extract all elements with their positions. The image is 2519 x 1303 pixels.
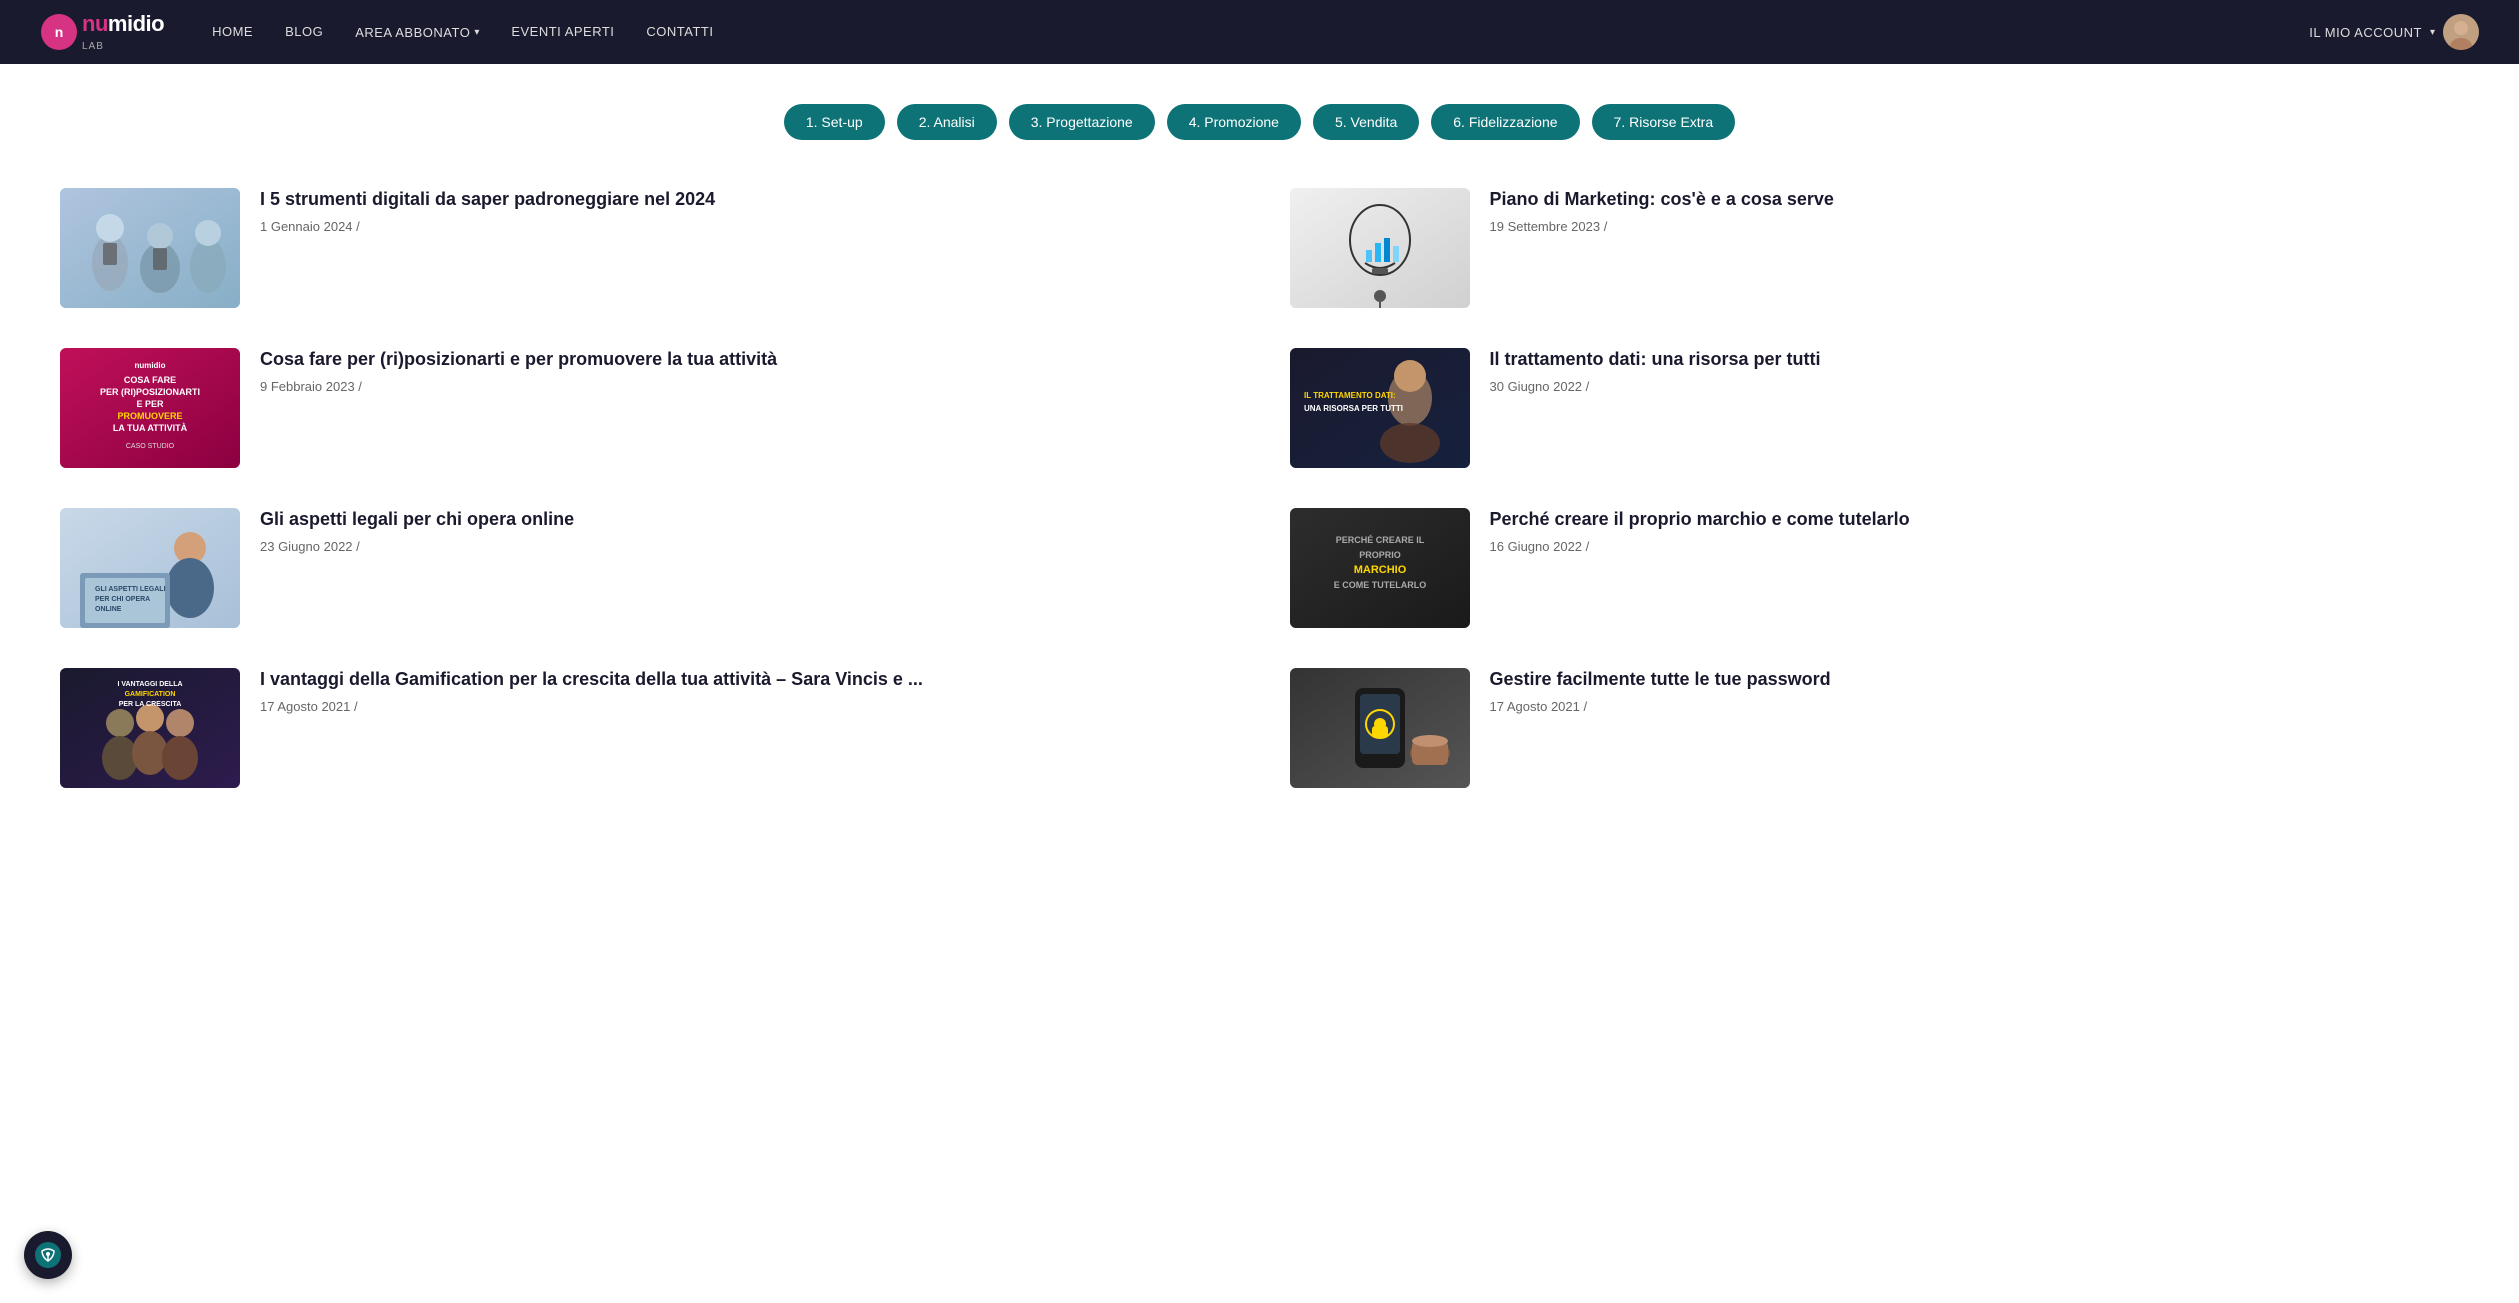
navbar-right: IL MIO ACCOUNT ▾ xyxy=(2309,14,2479,50)
article-info-article-6: Perché creare il proprio marchio e come … xyxy=(1490,508,2460,554)
area-abbonato-chevron: ▾ xyxy=(474,27,479,38)
article-date-article-3: 9 Febbraio 2023 / xyxy=(260,379,1230,394)
article-date-article-1: 1 Gennaio 2024 / xyxy=(260,219,1230,234)
svg-text:GLI ASPETTI LEGALI: GLI ASPETTI LEGALI xyxy=(95,586,166,593)
article-title-article-1[interactable]: I 5 strumenti digitali da saper padroneg… xyxy=(260,188,1230,211)
svg-text:PROMUOVERE: PROMUOVERE xyxy=(117,411,182,421)
svg-text:PER LA CRESCITA: PER LA CRESCITA xyxy=(119,701,182,708)
article-item-article-3: numidio COSA FARE PER (RI)POSIZIONARTI E… xyxy=(60,348,1230,468)
logo-icon: n xyxy=(40,13,78,51)
article-item-article-4: IL TRATTAMENTO DATI: UNA RISORSA PER TUT… xyxy=(1290,348,2460,468)
article-thumbnail-article-3[interactable]: numidio COSA FARE PER (RI)POSIZIONARTI E… xyxy=(60,348,240,468)
my-account-chevron: ▾ xyxy=(2430,27,2435,38)
article-item-article-5: GLI ASPETTI LEGALI PER CHI OPERA ONLINE … xyxy=(60,508,1230,628)
nav-link-home[interactable]: HOME xyxy=(212,24,253,39)
logo-nu: nu xyxy=(82,11,108,36)
navbar-left: n numidio LAB HOME BLOG AREA ABBONATO ▾ … xyxy=(40,12,714,51)
tag-pill-promozione[interactable]: 4. Promozione xyxy=(1167,104,1301,140)
tag-pill-analisi[interactable]: 2. Analisi xyxy=(897,104,997,140)
nav-link-area-abbonato[interactable]: AREA ABBONATO xyxy=(355,25,470,40)
svg-text:UNA RISORSA PER TUTTI: UNA RISORSA PER TUTTI xyxy=(1304,404,1403,413)
nav-link-eventi-aperti[interactable]: EVENTI APERTI xyxy=(511,24,614,39)
avatar-image xyxy=(2443,14,2479,50)
article-title-article-2[interactable]: Piano di Marketing: cos'è e a cosa serve xyxy=(1490,188,2460,211)
svg-text:ONLINE: ONLINE xyxy=(95,606,122,613)
svg-text:CASO STUDIO: CASO STUDIO xyxy=(126,443,175,450)
nav-link-blog[interactable]: BLOG xyxy=(285,24,323,39)
article-date-article-7: 17 Agosto 2021 / xyxy=(260,699,1230,714)
article-thumbnail-article-7[interactable]: I VANTAGGI DELLA GAMIFICATION PER LA CRE… xyxy=(60,668,240,788)
svg-text:n: n xyxy=(55,24,64,40)
my-account-label[interactable]: IL MIO ACCOUNT xyxy=(2309,25,2422,40)
article-title-article-4[interactable]: Il trattamento dati: una risorsa per tut… xyxy=(1490,348,2460,371)
floating-badge[interactable] xyxy=(24,1231,72,1279)
nav-link-contatti[interactable]: CONTATTI xyxy=(646,24,713,39)
svg-text:I VANTAGGI DELLA: I VANTAGGI DELLA xyxy=(117,681,182,688)
article-thumbnail-article-5[interactable]: GLI ASPETTI LEGALI PER CHI OPERA ONLINE xyxy=(60,508,240,628)
nav-item-home[interactable]: HOME xyxy=(212,23,253,41)
svg-text:PERCHÉ CREARE IL: PERCHÉ CREARE IL xyxy=(1335,535,1424,545)
svg-text:IL TRATTAMENTO DATI:: IL TRATTAMENTO DATI: xyxy=(1304,391,1396,400)
article-info-article-2: Piano di Marketing: cos'è e a cosa serve… xyxy=(1490,188,2460,234)
article-info-article-7: I vantaggi della Gamification per la cre… xyxy=(260,668,1230,714)
svg-text:PROPRIO: PROPRIO xyxy=(1359,550,1401,560)
article-item-article-6: PERCHÉ CREARE IL PROPRIO MARCHIO E COME … xyxy=(1290,508,2460,628)
article-title-article-3[interactable]: Cosa fare per (ri)posizionarti e per pro… xyxy=(260,348,1230,371)
article-title-article-5[interactable]: Gli aspetti legali per chi opera online xyxy=(260,508,1230,531)
svg-text:MARCHIO: MARCHIO xyxy=(1353,564,1406,576)
article-date-article-6: 16 Giugno 2022 / xyxy=(1490,539,2460,554)
tag-pill-fidelizzazione[interactable]: 6. Fidelizzazione xyxy=(1431,104,1579,140)
article-item-article-2: Piano di Marketing: cos'è e a cosa serve… xyxy=(1290,188,2460,308)
tags-row: 1. Set-up 2. Analisi 3. Progettazione 4. Pr… xyxy=(60,104,2459,140)
floating-badge-icon xyxy=(34,1241,62,1269)
nav-item-eventi-aperti[interactable]: EVENTI APERTI xyxy=(511,23,614,41)
svg-text:numidio: numidio xyxy=(134,361,165,370)
article-info-article-8: Gestire facilmente tutte le tue password… xyxy=(1490,668,2460,714)
logo[interactable]: n numidio LAB xyxy=(40,12,164,51)
main-content: 1. Set-up 2. Analisi 3. Progettazione 4. Pr… xyxy=(0,64,2519,828)
article-title-article-7[interactable]: I vantaggi della Gamification per la cre… xyxy=(260,668,1230,691)
article-thumbnail-article-2[interactable] xyxy=(1290,188,1470,308)
svg-text:COSA FARE: COSA FARE xyxy=(124,375,176,385)
svg-text:PER (RI)POSIZIONARTI: PER (RI)POSIZIONARTI xyxy=(100,387,200,397)
article-date-article-2: 19 Settembre 2023 / xyxy=(1490,219,2460,234)
article-thumbnail-article-1[interactable] xyxy=(60,188,240,308)
svg-text:PER CHI OPERA: PER CHI OPERA xyxy=(95,596,150,603)
article-title-article-6[interactable]: Perché creare il proprio marchio e come … xyxy=(1490,508,2460,531)
article-info-article-4: Il trattamento dati: una risorsa per tut… xyxy=(1490,348,2460,394)
svg-text:E COME TUTELARLO: E COME TUTELARLO xyxy=(1333,580,1426,590)
logo-text: numidio xyxy=(82,12,164,36)
avatar[interactable] xyxy=(2443,14,2479,50)
article-title-article-8[interactable]: Gestire facilmente tutte le tue password xyxy=(1490,668,2460,691)
article-date-article-8: 17 Agosto 2021 / xyxy=(1490,699,2460,714)
tag-pill-setup[interactable]: 1. Set-up xyxy=(784,104,885,140)
navbar: n numidio LAB HOME BLOG AREA ABBONATO ▾ … xyxy=(0,0,2519,64)
svg-text:E PER: E PER xyxy=(136,399,164,409)
logo-lab: LAB xyxy=(82,41,104,52)
article-info-article-3: Cosa fare per (ri)posizionarti e per pro… xyxy=(260,348,1230,394)
articles-grid: I 5 strumenti digitali da saper padroneg… xyxy=(60,188,2459,788)
article-thumbnail-article-8[interactable] xyxy=(1290,668,1470,788)
article-date-article-4: 30 Giugno 2022 / xyxy=(1490,379,2460,394)
nav-item-area-abbonato[interactable]: AREA ABBONATO ▾ xyxy=(355,25,479,40)
tag-pill-risorse-extra[interactable]: 7. Risorse Extra xyxy=(1592,104,1736,140)
article-info-article-1: I 5 strumenti digitali da saper padroneg… xyxy=(260,188,1230,234)
nav-links: HOME BLOG AREA ABBONATO ▾ EVENTI APERTI … xyxy=(212,23,713,41)
logo-midio: midio xyxy=(108,11,164,36)
nav-item-blog[interactable]: BLOG xyxy=(285,23,323,41)
tag-pill-progettazione[interactable]: 3. Progettazione xyxy=(1009,104,1155,140)
article-thumbnail-article-4[interactable]: IL TRATTAMENTO DATI: UNA RISORSA PER TUT… xyxy=(1290,348,1470,468)
svg-text:GAMIFICATION: GAMIFICATION xyxy=(125,691,176,698)
article-date-article-5: 23 Giugno 2022 / xyxy=(260,539,1230,554)
tag-pill-vendita[interactable]: 5. Vendita xyxy=(1313,104,1419,140)
article-item-article-7: I VANTAGGI DELLA GAMIFICATION PER LA CRE… xyxy=(60,668,1230,788)
article-thumbnail-article-6[interactable]: PERCHÉ CREARE IL PROPRIO MARCHIO E COME … xyxy=(1290,508,1470,628)
article-info-article-5: Gli aspetti legali per chi opera online 2… xyxy=(260,508,1230,554)
svg-text:LA TUA ATTIVITÀ: LA TUA ATTIVITÀ xyxy=(113,423,188,433)
article-item-article-1: I 5 strumenti digitali da saper padroneg… xyxy=(60,188,1230,308)
nav-item-contatti[interactable]: CONTATTI xyxy=(646,23,713,41)
article-item-article-8: Gestire facilmente tutte le tue password… xyxy=(1290,668,2460,788)
